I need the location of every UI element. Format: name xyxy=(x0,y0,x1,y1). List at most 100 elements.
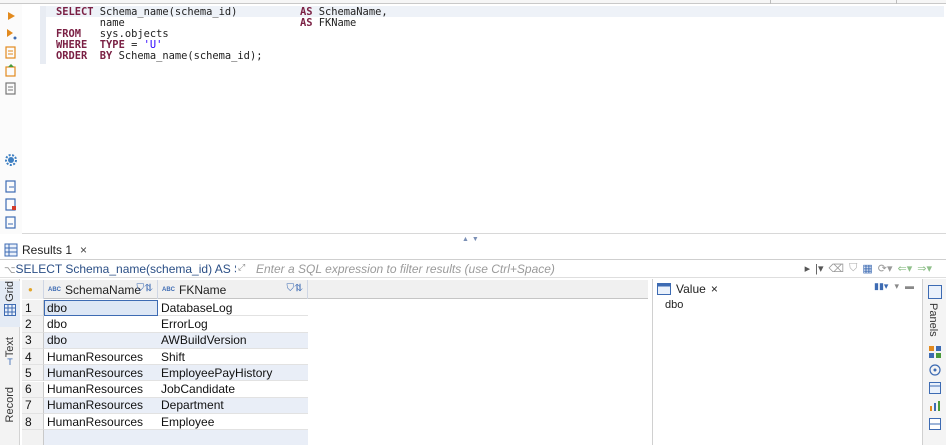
cell-fkname[interactable]: EmployeePayHistory xyxy=(158,365,308,382)
sql-editor[interactable]: SELECT Schema_name(schema_id) AS SchemaN… xyxy=(0,4,946,243)
panels-label[interactable]: Panels xyxy=(927,303,939,337)
table-row[interactable]: 7 HumanResources Department xyxy=(22,397,648,415)
references-icon[interactable] xyxy=(928,363,942,377)
filter-input[interactable] xyxy=(256,261,736,277)
cell-schemaname[interactable]: HumanResources xyxy=(44,397,158,415)
view-switcher: Grid Text T Record xyxy=(0,279,20,445)
row-number[interactable]: 1 xyxy=(22,300,44,317)
tab-results-1[interactable]: Results 1 × xyxy=(4,240,93,260)
cell-fkname[interactable]: Department xyxy=(158,397,308,415)
text-icon: T xyxy=(7,357,13,368)
close-icon[interactable]: × xyxy=(80,243,87,257)
new-script-icon[interactable] xyxy=(3,196,19,212)
value-icon xyxy=(657,282,671,295)
metadata-icon[interactable] xyxy=(928,381,942,395)
cell-fkname[interactable]: JobCandidate xyxy=(158,382,308,398)
cell-schemaname[interactable]: HumanResources xyxy=(44,414,158,431)
filter-settings-icon[interactable]: ⛉ xyxy=(849,262,857,275)
cell-schemaname[interactable]: dbo xyxy=(44,332,158,349)
tab-grid-label: Grid xyxy=(4,281,16,302)
cell-schemaname[interactable]: dbo xyxy=(44,300,158,317)
filter-panel-icon[interactable]: ▦ xyxy=(862,262,872,275)
export-icon[interactable] xyxy=(3,178,19,194)
sql-keyword: ORDER xyxy=(56,50,88,62)
results-tabbar: Results 1 × xyxy=(0,240,946,260)
cell-fkname[interactable]: Employee xyxy=(158,414,308,431)
table-row[interactable]: 1 dbo DatabaseLog xyxy=(22,300,648,317)
table-row[interactable]: 6 HumanResources JobCandidate xyxy=(22,381,648,398)
filter-sort-icon[interactable]: ⛉⇅ xyxy=(287,283,304,294)
filter-bar: ⌥SELECT Schema_name(schema_id) AS Sch ⤢ … xyxy=(0,260,946,278)
value-text[interactable]: dbo xyxy=(665,299,683,311)
table-row[interactable]: 3 dbo AWBuildVersion xyxy=(22,332,648,349)
forward-icon[interactable]: ⇒▾ xyxy=(917,262,932,275)
erase-filter-icon[interactable]: ⌫ xyxy=(829,262,845,275)
row-number[interactable]: 4 xyxy=(22,348,44,366)
sql-file-icon[interactable] xyxy=(3,214,19,230)
tab-value[interactable]: Value × xyxy=(657,280,718,297)
row-number[interactable]: 8 xyxy=(22,414,44,431)
apply-filter-icon[interactable]: ▸ xyxy=(805,262,811,275)
explain-plan-icon[interactable] xyxy=(3,44,19,60)
sql-keyword: AS xyxy=(299,17,313,29)
results-grid[interactable]: ● ABC SchemaName ⛉⇅ ABC FKName ⛉⇅ 1 dbo … xyxy=(22,280,648,445)
row-number[interactable]: 2 xyxy=(22,316,44,333)
minimize-icon[interactable]: ▬ xyxy=(905,281,914,292)
view-menu-icon[interactable]: ▾ xyxy=(894,281,899,292)
cell-fkname[interactable]: ErrorLog xyxy=(158,316,308,333)
value-panel: Value × ▮▮▾ ▾ ▬ dbo xyxy=(652,279,920,445)
column-header-label: FKName xyxy=(179,282,227,297)
calculations-icon[interactable] xyxy=(928,399,942,413)
cell-schemaname[interactable]: HumanResources xyxy=(44,382,158,398)
expand-icon[interactable]: ⤢ xyxy=(238,262,252,276)
cell-fkname[interactable]: AWBuildVersion xyxy=(158,332,308,349)
cell-schemaname[interactable]: HumanResources xyxy=(44,365,158,382)
close-icon[interactable]: × xyxy=(711,282,718,296)
filter-history-icon[interactable]: |▾ xyxy=(815,262,823,275)
column-header-schemaname[interactable]: ABC SchemaName ⛉⇅ xyxy=(44,280,158,299)
tab-record[interactable]: Record xyxy=(0,387,20,445)
row-number xyxy=(22,430,44,445)
value-toolbar: ▮▮▾ ▾ ▬ xyxy=(874,281,914,292)
table-row[interactable]: 4 HumanResources Shift xyxy=(22,348,648,366)
filter-sort-icon[interactable]: ⛉⇅ xyxy=(137,283,154,294)
table-row[interactable]: 5 HumanResources EmployeePayHistory xyxy=(22,365,648,382)
panels-value-icon[interactable] xyxy=(928,285,942,299)
sql-code[interactable]: SELECT Schema_name(schema_id) AS SchemaN… xyxy=(56,7,388,62)
layout-icon[interactable] xyxy=(928,345,942,359)
cell-schemaname[interactable]: HumanResources xyxy=(44,349,158,366)
editor-toolbar xyxy=(0,4,22,234)
tab-text-label: Text xyxy=(4,337,16,358)
tab-grid[interactable]: Grid xyxy=(0,281,20,327)
row-number[interactable]: 7 xyxy=(22,397,44,415)
filter-query-text: SELECT Schema_name(schema_id) AS Sch xyxy=(15,262,236,276)
filter-toolbar: ▸ |▾ ⌫ ⛉ ▦ ⟳▾ ⇐▾ ⇒▾ xyxy=(805,262,932,275)
content-viewer-icon[interactable]: ▮▮▾ xyxy=(874,281,888,292)
execute-statement-icon[interactable] xyxy=(3,8,19,24)
execute-script-icon[interactable] xyxy=(3,26,19,42)
cell-fkname[interactable]: Shift xyxy=(158,349,308,366)
column-header-fkname[interactable]: ABC FKName ⛉⇅ xyxy=(158,280,308,299)
column-header-label: SchemaName xyxy=(65,282,142,297)
sql-line[interactable]: ORDER BY Schema_name(schema_id); xyxy=(56,51,388,62)
table-row[interactable]: 2 dbo ErrorLog xyxy=(22,316,648,333)
grid-table-icon xyxy=(4,243,18,257)
row-number[interactable]: 6 xyxy=(22,381,44,398)
row-number[interactable]: 5 xyxy=(22,365,44,382)
history-icon[interactable] xyxy=(3,80,19,96)
row-number[interactable]: 3 xyxy=(22,332,44,349)
cell-schemaname[interactable]: dbo xyxy=(44,316,158,333)
row-number-header[interactable]: ● xyxy=(22,280,44,299)
table-row[interactable]: 8 HumanResources Employee xyxy=(22,414,648,431)
tab-text[interactable]: Text T xyxy=(0,337,20,377)
settings-icon[interactable] xyxy=(3,152,19,168)
sql-token: Schema_name(schema_id); xyxy=(112,50,263,62)
refresh-icon[interactable]: ⟳▾ xyxy=(878,262,893,275)
filter-query-label[interactable]: ⌥SELECT Schema_name(schema_id) AS Sch xyxy=(4,262,236,276)
cell-fkname[interactable]: DatabaseLog xyxy=(158,300,308,317)
cell-schemaname xyxy=(44,430,158,445)
grouping-icon[interactable] xyxy=(928,417,942,431)
back-icon[interactable]: ⇐▾ xyxy=(898,262,913,275)
load-plan-icon[interactable] xyxy=(3,62,19,78)
